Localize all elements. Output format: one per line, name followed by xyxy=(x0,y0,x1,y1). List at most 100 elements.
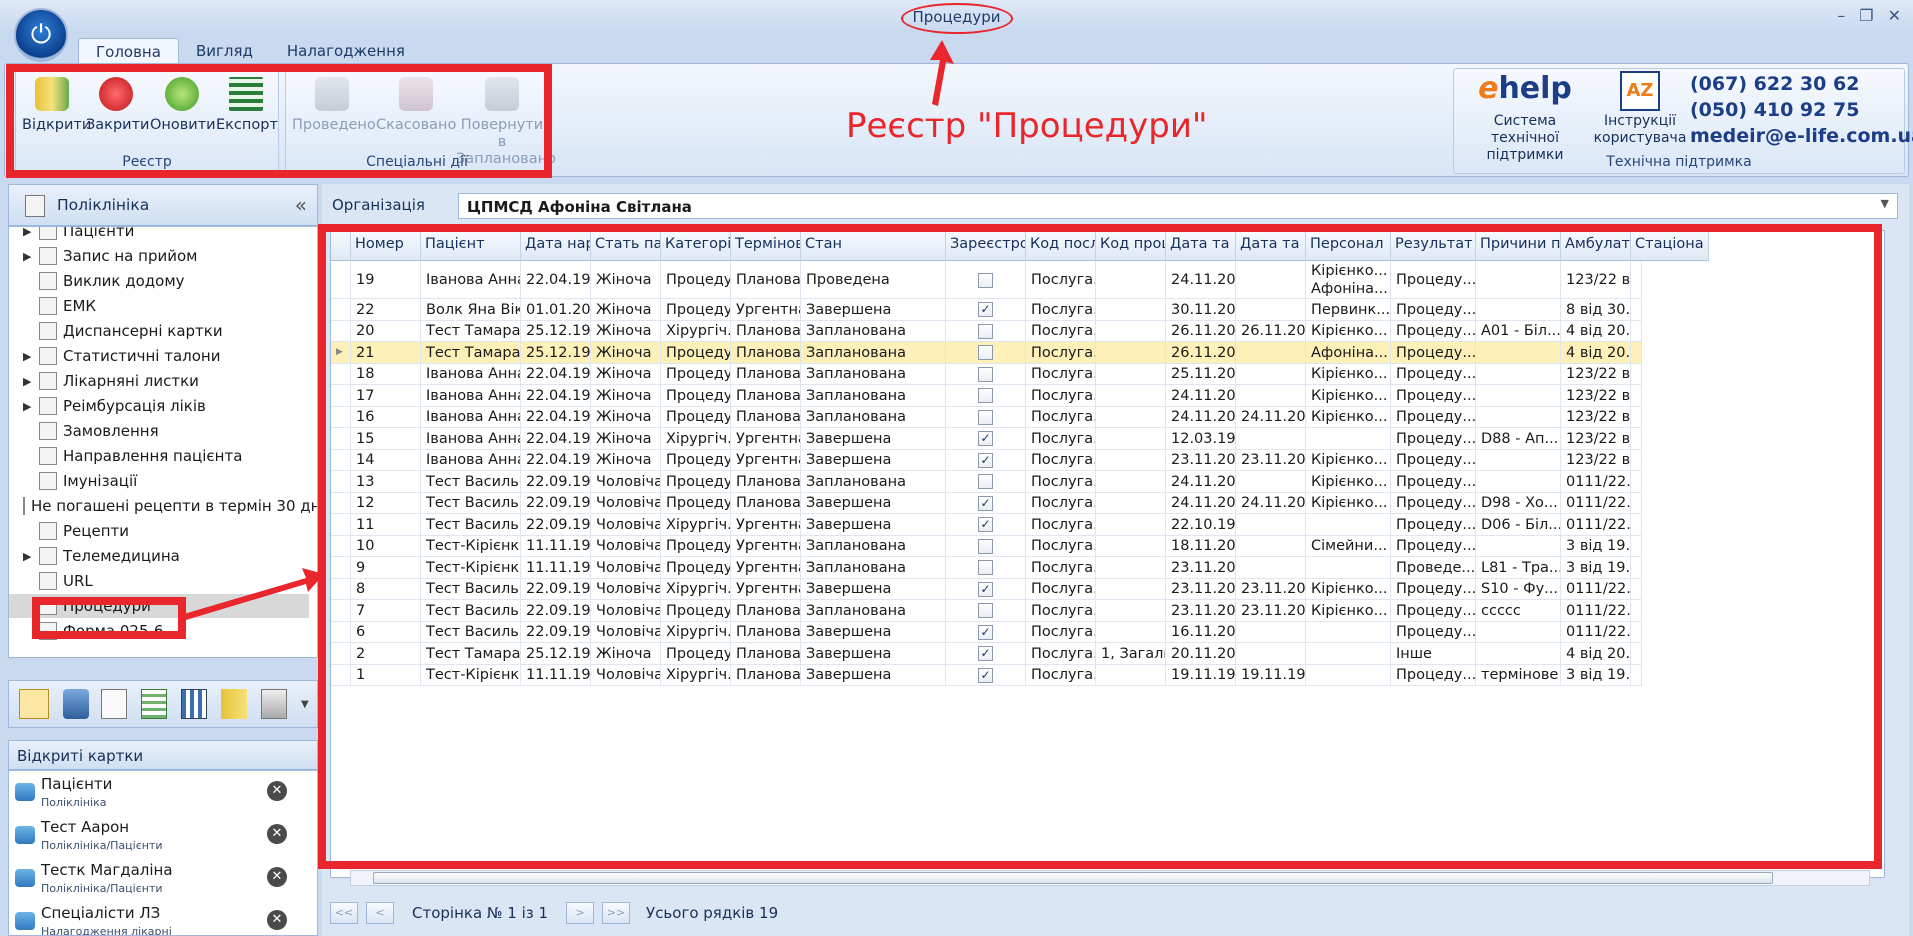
registered-checkbox[interactable] xyxy=(946,471,1026,493)
registered-checkbox[interactable]: ✓ xyxy=(946,492,1026,514)
registered-checkbox[interactable] xyxy=(946,342,1026,364)
nav-item[interactable]: Імунізації xyxy=(9,469,309,493)
open-card-item[interactable]: Спеціалісти ЛЗ Налагодження лікарні ✕ xyxy=(9,900,299,935)
checkbox-icon[interactable] xyxy=(978,388,993,404)
close-icon[interactable]: ✕ xyxy=(1888,6,1901,25)
checkbox-icon[interactable]: ✓ xyxy=(978,495,993,511)
open-card-item[interactable]: Пацієнти Поліклініка ✕ xyxy=(9,771,299,813)
nav-item[interactable]: Виклик додому xyxy=(9,269,309,293)
column-header[interactable]: Стать паціє xyxy=(591,231,661,261)
table-row[interactable]: 12Тест Василь Іва...22.09.1980ЧоловічаПр… xyxy=(331,492,1642,514)
checkbox-icon[interactable] xyxy=(978,323,993,339)
table-row[interactable]: 11Тест Василь Іва...22.09.1980ЧоловічаХі… xyxy=(331,514,1642,536)
table-row[interactable]: 2Тест Тамара25.12.1985ЖіночаПроцеду...Пл… xyxy=(331,643,1642,665)
registered-checkbox[interactable]: ✓ xyxy=(946,449,1026,471)
table-row[interactable]: ▶21Тест Тамара25.12.1985ЖіночаПроцеду...… xyxy=(331,342,1642,364)
nav-item[interactable]: ЕМК xyxy=(9,294,309,318)
checkbox-icon[interactable]: ✓ xyxy=(978,302,993,318)
registered-checkbox[interactable]: ✓ xyxy=(946,428,1026,450)
table-row[interactable]: 19Іванова Анна22.04.1987ЖіночаПроцеду...… xyxy=(331,261,1642,299)
registered-checkbox[interactable] xyxy=(946,385,1026,407)
expand-arrow-icon[interactable]: ▶ xyxy=(23,400,39,413)
next-page-button[interactable]: > xyxy=(566,902,595,924)
first-page-button[interactable]: << xyxy=(330,902,358,924)
expand-arrow-icon[interactable]: ▶ xyxy=(23,227,39,238)
registered-checkbox[interactable] xyxy=(946,535,1026,557)
files-icon[interactable] xyxy=(261,689,287,719)
registered-checkbox[interactable]: ✓ xyxy=(946,578,1026,600)
open-card-item[interactable]: Тест Аарон Поліклініка/Пацієнти ✕ xyxy=(9,814,299,856)
checkbox-icon[interactable]: ✓ xyxy=(978,452,993,468)
power-icon[interactable]: ⏻ xyxy=(14,8,68,62)
column-header[interactable]: Результат xyxy=(1391,231,1476,261)
expand-arrow-icon[interactable]: ▶ xyxy=(23,375,39,388)
expand-arrow-icon[interactable]: ▶ xyxy=(23,550,39,563)
user-manual-button[interactable]: AZ Інструкції користувача xyxy=(1592,71,1688,147)
nav-item[interactable]: ▶ Пацієнти xyxy=(9,227,309,243)
column-header[interactable]: Персонал xyxy=(1306,231,1391,261)
nav-item[interactable]: Диспансерні картки xyxy=(9,319,309,343)
document-icon[interactable] xyxy=(101,689,127,719)
registered-checkbox[interactable]: ✓ xyxy=(946,514,1026,536)
column-header[interactable]: Код послуг xyxy=(1026,231,1096,261)
clinic-nav-icon[interactable] xyxy=(19,689,49,719)
column-header[interactable]: Дата народ xyxy=(521,231,591,261)
tab-home[interactable]: Головна xyxy=(78,38,179,64)
registered-checkbox[interactable] xyxy=(946,406,1026,428)
checkbox-icon[interactable] xyxy=(978,538,993,554)
registered-checkbox[interactable] xyxy=(946,261,1026,299)
tab-view[interactable]: Вигляд xyxy=(179,38,270,64)
table-row[interactable]: 13Тест Василь Іва...22.09.1980ЧоловічаПр… xyxy=(331,471,1642,493)
close-button[interactable]: Закрити xyxy=(86,75,149,134)
checkbox-icon[interactable]: ✓ xyxy=(978,624,993,640)
column-header[interactable]: Зареєстрої xyxy=(946,231,1026,261)
nav-item[interactable]: Направлення пацієнта xyxy=(9,444,309,468)
table-row[interactable]: 9Тест-Кірієнко...11.11.1987ЧоловічаПроце… xyxy=(331,557,1642,579)
close-card-icon[interactable]: ✕ xyxy=(267,910,287,930)
refresh-button[interactable]: Оновити xyxy=(150,75,216,134)
table-row[interactable]: 14Іванова Анна22.04.1987ЖіночаПроцеду...… xyxy=(331,449,1642,471)
column-header[interactable]: Амбулатор xyxy=(1561,231,1631,261)
nav-item[interactable]: Форма 025-6 xyxy=(9,619,309,643)
table-row[interactable]: 8Тест Василь Іва...22.09.1980ЧоловічаХір… xyxy=(331,578,1642,600)
column-header[interactable]: Причини п xyxy=(1476,231,1561,261)
nav-item[interactable]: ▶ Статистичні талони xyxy=(9,344,309,368)
last-page-button[interactable]: >> xyxy=(602,902,631,924)
table-row[interactable]: 6Тест Василь Іва...22.09.1980ЧоловічаХір… xyxy=(331,621,1642,643)
prev-page-button[interactable]: < xyxy=(366,902,394,924)
checkbox-icon[interactable] xyxy=(978,560,993,576)
horizontal-scrollbar[interactable] xyxy=(350,870,1870,886)
close-card-icon[interactable]: ✕ xyxy=(267,824,287,844)
table-row[interactable]: 7Тест Василь Іва...22.09.1980ЧоловічаПро… xyxy=(331,600,1642,622)
column-header[interactable]: Категорія xyxy=(661,231,731,261)
support-email[interactable]: medeir@e-life.com.ua xyxy=(1690,125,1913,147)
org-select[interactable]: ЦПМСД Афоніна Світлана ▼ xyxy=(458,193,1898,219)
column-header[interactable]: Код проце xyxy=(1096,231,1166,261)
nav-item[interactable]: ▶ Реімбурсація ліків xyxy=(9,394,309,418)
checkbox-icon[interactable]: ✓ xyxy=(978,581,993,597)
caduceus-icon[interactable] xyxy=(63,689,89,719)
registered-checkbox[interactable] xyxy=(946,557,1026,579)
column-header[interactable]: Номер xyxy=(351,231,421,261)
nav-item[interactable]: Не погашені рецепти в термін 30 днів xyxy=(9,494,317,518)
registered-checkbox[interactable] xyxy=(946,320,1026,342)
table-row[interactable]: 18Іванова Анна22.04.1987ЖіночаПроцеду...… xyxy=(331,363,1642,385)
checkbox-icon[interactable] xyxy=(978,603,993,619)
nav-item[interactable]: ▶ Запис на прийом xyxy=(9,244,309,268)
close-card-icon[interactable]: ✕ xyxy=(267,867,287,887)
expand-arrow-icon[interactable]: ▶ xyxy=(23,350,39,363)
nav-item[interactable]: Замовлення xyxy=(9,419,309,443)
checkbox-icon[interactable]: ✓ xyxy=(978,646,993,662)
nav-item[interactable]: ▶ Лікарняні листки xyxy=(9,369,309,393)
column-header[interactable]: Терміновіс xyxy=(731,231,801,261)
table-row[interactable]: 1Тест-Кірієнко...11.11.1987ЧоловічаХірур… xyxy=(331,664,1642,686)
registered-checkbox[interactable] xyxy=(946,363,1026,385)
mark-cancelled-button[interactable]: Скасовано xyxy=(376,75,456,134)
nav-item[interactable]: Рецепти xyxy=(9,519,309,543)
column-header[interactable]: Дата та час xyxy=(1236,231,1306,261)
minimize-icon[interactable]: – xyxy=(1837,6,1845,25)
table-row[interactable]: 20Тест Тамара25.12.1985ЖіночаХірургіч...… xyxy=(331,320,1642,342)
registered-checkbox[interactable]: ✓ xyxy=(946,664,1026,686)
checkbox-icon[interactable]: ✓ xyxy=(978,667,993,683)
checkbox-icon[interactable] xyxy=(978,409,993,425)
